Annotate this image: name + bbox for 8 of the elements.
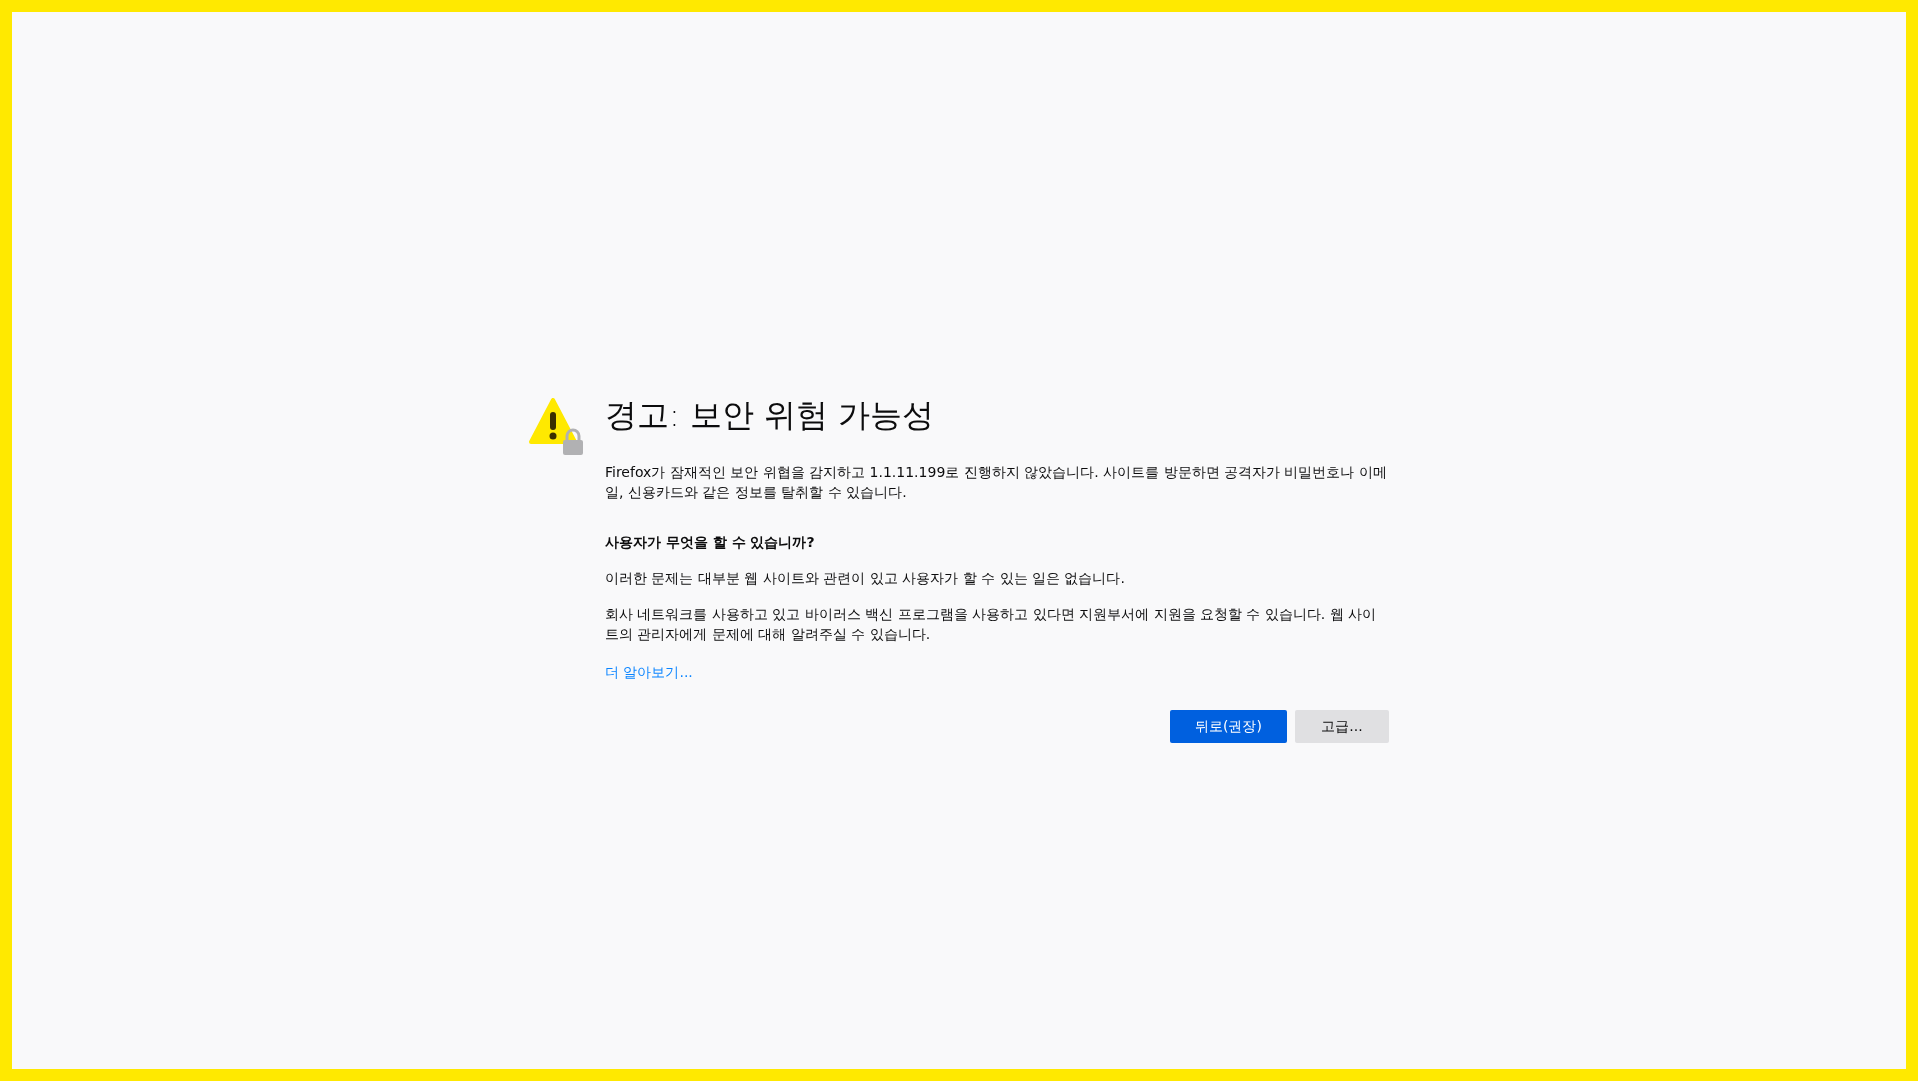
- section-heading: 사용자가 무엇을 할 수 있습니까?: [605, 534, 816, 552]
- advice-paragraph: 이러한 문제는 대부분 웹 사이트와 관련이 있고 사용자가 할 수 있는 일은 없습니다.: [605, 569, 1126, 588]
- advice-paragraph: 회사 네트워크를 사용하고 있고 바이러스 백신 프로그램을 사용하고 있다면 지원부서에 지원을 요청할 수 있습니다. 웹 사이트의 관리자에게 문제에 대해 알려주실 수 있습니다.: [605, 605, 1378, 644]
- advanced-button[interactable]: 고급...: [1295, 710, 1389, 743]
- learn-more-link[interactable]: 더 알아보기...: [605, 664, 693, 682]
- go-back-button[interactable]: 뒤로(권장): [1170, 710, 1287, 743]
- page-title: 경고: 보안 위험 가능성: [605, 395, 936, 436]
- warning-description: Firefox가 잠재적인 보안 위협을 감지하고 1.1.11.199로 진행하지 않았습니다. 사이트를 방문하면 공격자가 비밀번호나 이메일, 신용카드와 같은 정보를 탈취할 수 있습니다.: [605, 463, 1388, 502]
